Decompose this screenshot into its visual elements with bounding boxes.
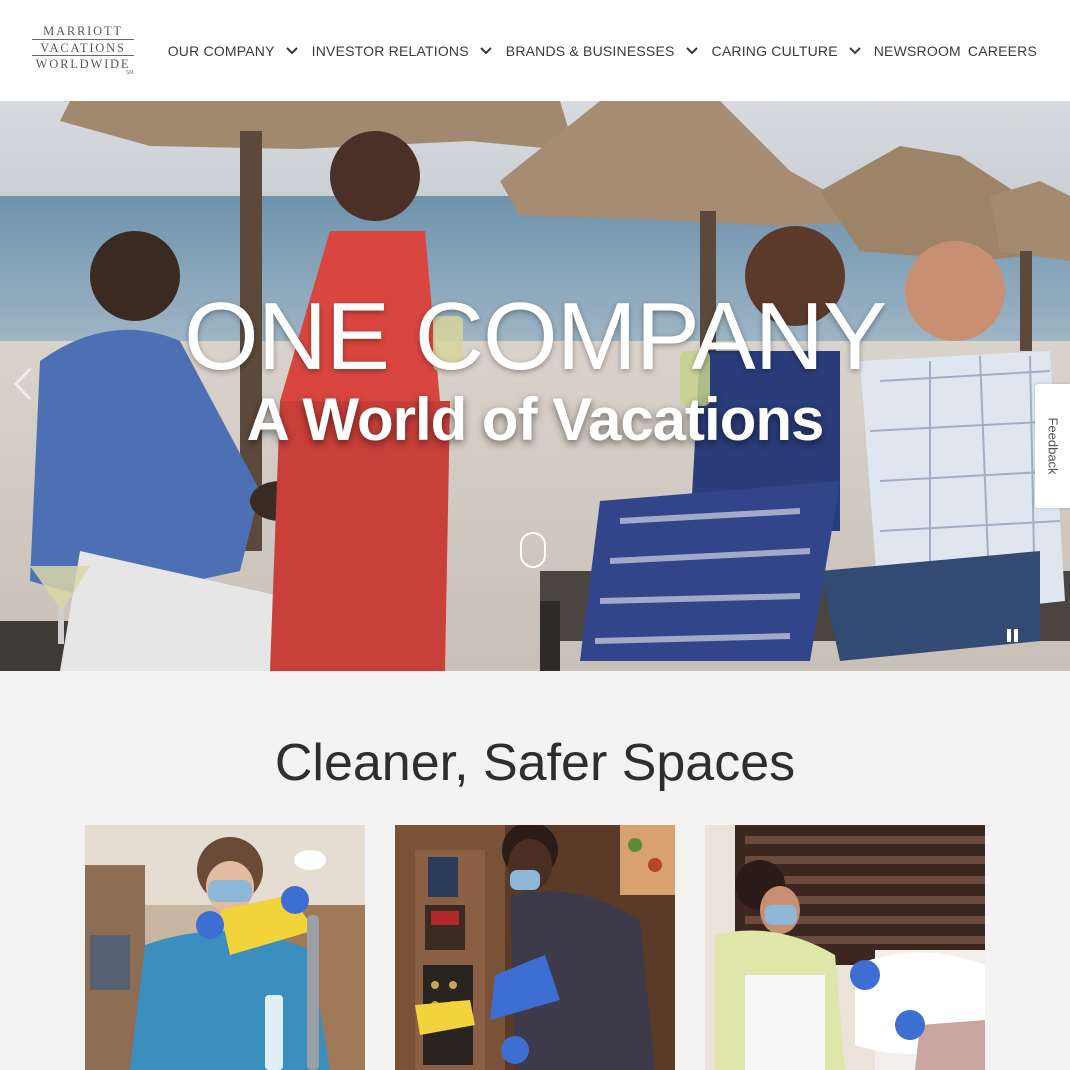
nav-label: CAREERS	[967, 43, 1037, 59]
logo-rule	[32, 39, 134, 40]
housekeeper-arranging-pillows-photo	[705, 825, 985, 1070]
staff-cleaning-elevator-photo	[395, 825, 675, 1070]
logo-rule	[32, 55, 134, 56]
hero-subtitle: A World of Vacations	[246, 386, 825, 453]
nav-label: NEWSROOM	[873, 43, 961, 59]
pause-icon[interactable]	[1007, 629, 1021, 643]
logo-line-2: VACATIONS	[40, 41, 126, 55]
housekeeper-cleaning-faucet-photo	[85, 825, 365, 1070]
feedback-label: Feedback	[1045, 417, 1060, 475]
hero-carousel: ONE COMPANY A World of Vacations	[0, 101, 1070, 671]
nav-investor-relations[interactable]: INVESTOR RELATIONS	[312, 43, 493, 59]
chevron-down-icon	[849, 47, 861, 55]
nav-newsroom[interactable]: NEWSROOM	[874, 43, 961, 59]
nav-careers[interactable]: CAREERS	[968, 43, 1037, 59]
nav-label: CARING CULTURE	[711, 43, 838, 59]
site-header: MARRIOTT VACATIONS WORLDWIDE SM OUR COMP…	[0, 0, 1070, 101]
nav-brands-businesses[interactable]: BRANDS & BUSINESSES	[506, 43, 699, 59]
main-nav: OUR COMPANY INVESTOR RELATIONS BRANDS & …	[168, 42, 1037, 60]
logo-line-3: WORLDWIDE	[35, 57, 131, 71]
hero-title: ONE COMPANY	[184, 283, 887, 390]
card-arranging-pillows[interactable]	[705, 825, 985, 1070]
nav-our-company[interactable]: OUR COMPANY	[168, 43, 299, 59]
card-cleaning-elevator[interactable]	[395, 825, 675, 1070]
carousel-slide-indicator[interactable]	[520, 532, 546, 568]
nav-label: INVESTOR RELATIONS	[311, 43, 469, 59]
chevron-down-icon	[685, 47, 698, 55]
chevron-down-icon	[480, 47, 492, 55]
nav-label: BRANDS & BUSINESSES	[505, 43, 675, 59]
nav-label: OUR COMPANY	[167, 43, 275, 59]
marriott-vacations-logo[interactable]: MARRIOTT VACATIONS WORLDWIDE SM	[32, 25, 136, 77]
nav-caring-culture[interactable]: CARING CULTURE	[712, 43, 862, 59]
logo-service-mark: SM	[126, 70, 134, 76]
section-title: Cleaner, Safer Spaces	[274, 734, 796, 792]
chevron-down-icon	[285, 47, 298, 55]
feedback-tab[interactable]: Feedback	[1035, 384, 1070, 508]
card-cleaning-faucet[interactable]	[85, 825, 365, 1070]
logo-line-1: MARRIOTT	[43, 24, 123, 38]
